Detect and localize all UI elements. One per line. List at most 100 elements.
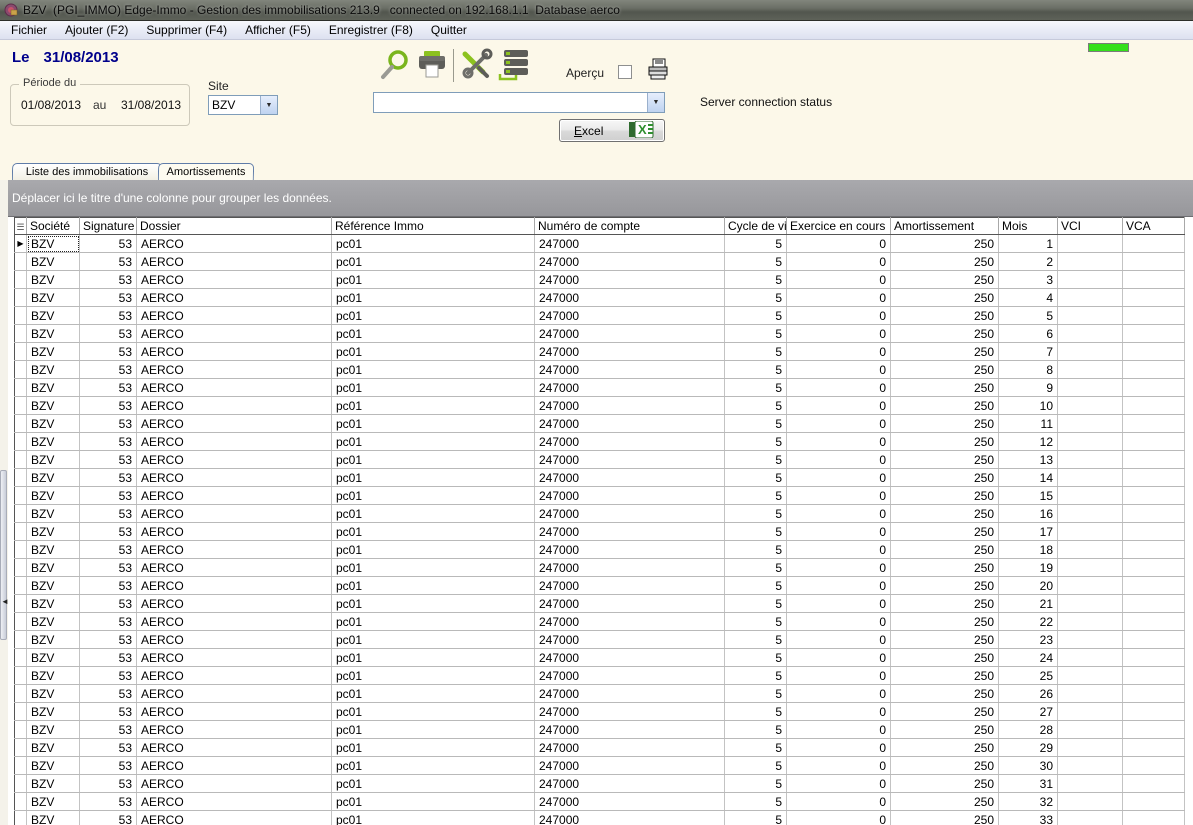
cell-signature[interactable]: 53 [80, 253, 137, 271]
table-row[interactable]: BZV53AERCOpc012470005025016 [15, 505, 1185, 523]
cell-r-f-rence-immo[interactable]: pc01 [332, 307, 535, 325]
menu-item-fichier[interactable]: Fichier [2, 21, 56, 39]
cell-soci-t[interactable]: BZV [27, 307, 80, 325]
cell-vca[interactable] [1123, 325, 1185, 343]
cell-exercice-en-cours[interactable]: 0 [787, 415, 891, 433]
cell-soci-t[interactable]: BZV [27, 775, 80, 793]
cell-num-ro-de-compte[interactable]: 247000 [535, 469, 725, 487]
cell-vci[interactable] [1058, 379, 1123, 397]
cell-mois[interactable]: 6 [999, 325, 1058, 343]
cell-exercice-en-cours[interactable]: 0 [787, 631, 891, 649]
cell-vci[interactable] [1058, 397, 1123, 415]
search-icon[interactable] [376, 47, 413, 84]
cell-mois[interactable]: 18 [999, 541, 1058, 559]
cell-amortissement[interactable]: 250 [891, 379, 999, 397]
row-selector[interactable] [15, 703, 27, 721]
cell-cycle-de-vie[interactable]: 5 [725, 451, 787, 469]
cell-num-ro-de-compte[interactable]: 247000 [535, 397, 725, 415]
menu-item-afficher-f5[interactable]: Afficher (F5) [236, 21, 320, 39]
row-selector[interactable] [15, 577, 27, 595]
cell-amortissement[interactable]: 250 [891, 451, 999, 469]
cell-num-ro-de-compte[interactable]: 247000 [535, 541, 725, 559]
cell-num-ro-de-compte[interactable]: 247000 [535, 649, 725, 667]
cell-cycle-de-vie[interactable]: 5 [725, 811, 787, 825]
cell-vci[interactable] [1058, 235, 1123, 253]
row-selector[interactable] [15, 361, 27, 379]
cell-dossier[interactable]: AERCO [137, 793, 332, 811]
cell-r-f-rence-immo[interactable]: pc01 [332, 433, 535, 451]
menu-item-ajouter-f2[interactable]: Ajouter (F2) [56, 21, 137, 39]
cell-vca[interactable] [1123, 721, 1185, 739]
cell-amortissement[interactable]: 250 [891, 235, 999, 253]
cell-mois[interactable]: 19 [999, 559, 1058, 577]
row-selector[interactable] [15, 253, 27, 271]
cell-dossier[interactable]: AERCO [137, 667, 332, 685]
row-selector[interactable] [15, 793, 27, 811]
cell-num-ro-de-compte[interactable]: 247000 [535, 235, 725, 253]
row-selector[interactable] [15, 613, 27, 631]
cell-dossier[interactable]: AERCO [137, 361, 332, 379]
cell-signature[interactable]: 53 [80, 793, 137, 811]
cell-dossier[interactable]: AERCO [137, 523, 332, 541]
table-row[interactable]: BZV53AERCOpc012470005025020 [15, 577, 1185, 595]
tab-liste-des-immobilisations[interactable]: Liste des immobilisations [12, 163, 162, 180]
row-selector[interactable] [15, 667, 27, 685]
cell-cycle-de-vie[interactable]: 5 [725, 577, 787, 595]
server-icon[interactable] [494, 47, 531, 84]
cell-amortissement[interactable]: 250 [891, 811, 999, 825]
cell-r-f-rence-immo[interactable]: pc01 [332, 505, 535, 523]
row-selector[interactable] [15, 739, 27, 757]
cell-dossier[interactable]: AERCO [137, 541, 332, 559]
row-selector[interactable] [15, 631, 27, 649]
row-selector[interactable] [15, 307, 27, 325]
cell-cycle-de-vie[interactable]: 5 [725, 343, 787, 361]
cell-exercice-en-cours[interactable]: 0 [787, 397, 891, 415]
column-header-vci[interactable]: VCI [1058, 218, 1123, 235]
cell-num-ro-de-compte[interactable]: 247000 [535, 289, 725, 307]
cell-vca[interactable] [1123, 631, 1185, 649]
cell-dossier[interactable]: AERCO [137, 379, 332, 397]
table-row[interactable]: BZV53AERCOpc012470005025022 [15, 613, 1185, 631]
cell-signature[interactable]: 53 [80, 235, 137, 253]
cell-soci-t[interactable]: BZV [27, 235, 80, 253]
cell-exercice-en-cours[interactable]: 0 [787, 703, 891, 721]
cell-exercice-en-cours[interactable]: 0 [787, 235, 891, 253]
cell-num-ro-de-compte[interactable]: 247000 [535, 811, 725, 825]
cell-vci[interactable] [1058, 739, 1123, 757]
cell-soci-t[interactable]: BZV [27, 649, 80, 667]
cell-r-f-rence-immo[interactable]: pc01 [332, 451, 535, 469]
cell-r-f-rence-immo[interactable]: pc01 [332, 469, 535, 487]
cell-mois[interactable]: 11 [999, 415, 1058, 433]
cell-vca[interactable] [1123, 469, 1185, 487]
table-row[interactable]: BZV53AERCOpc01247000502504 [15, 289, 1185, 307]
filter-combobox[interactable]: ▼ [373, 92, 665, 113]
cell-mois[interactable]: 24 [999, 649, 1058, 667]
row-selector[interactable] [15, 325, 27, 343]
cell-exercice-en-cours[interactable]: 0 [787, 307, 891, 325]
table-row[interactable]: BZV53AERCOpc012470005025018 [15, 541, 1185, 559]
cell-vci[interactable] [1058, 505, 1123, 523]
cell-num-ro-de-compte[interactable]: 247000 [535, 451, 725, 469]
cell-amortissement[interactable]: 250 [891, 523, 999, 541]
cell-exercice-en-cours[interactable]: 0 [787, 505, 891, 523]
cell-r-f-rence-immo[interactable]: pc01 [332, 811, 535, 825]
cell-cycle-de-vie[interactable]: 5 [725, 397, 787, 415]
cell-r-f-rence-immo[interactable]: pc01 [332, 235, 535, 253]
cell-num-ro-de-compte[interactable]: 247000 [535, 325, 725, 343]
cell-amortissement[interactable]: 250 [891, 667, 999, 685]
cell-vci[interactable] [1058, 271, 1123, 289]
cell-r-f-rence-immo[interactable]: pc01 [332, 721, 535, 739]
cell-r-f-rence-immo[interactable]: pc01 [332, 343, 535, 361]
cell-num-ro-de-compte[interactable]: 247000 [535, 577, 725, 595]
cell-exercice-en-cours[interactable]: 0 [787, 667, 891, 685]
cell-r-f-rence-immo[interactable]: pc01 [332, 271, 535, 289]
row-selector-header[interactable]: ☰ [15, 218, 27, 235]
cell-exercice-en-cours[interactable]: 0 [787, 775, 891, 793]
column-header-dossier[interactable]: Dossier [137, 218, 332, 235]
column-header-amortissement[interactable]: Amortissement [891, 218, 999, 235]
cell-exercice-en-cours[interactable]: 0 [787, 595, 891, 613]
cell-vca[interactable] [1123, 685, 1185, 703]
cell-mois[interactable]: 7 [999, 343, 1058, 361]
cell-dossier[interactable]: AERCO [137, 739, 332, 757]
cell-vci[interactable] [1058, 343, 1123, 361]
